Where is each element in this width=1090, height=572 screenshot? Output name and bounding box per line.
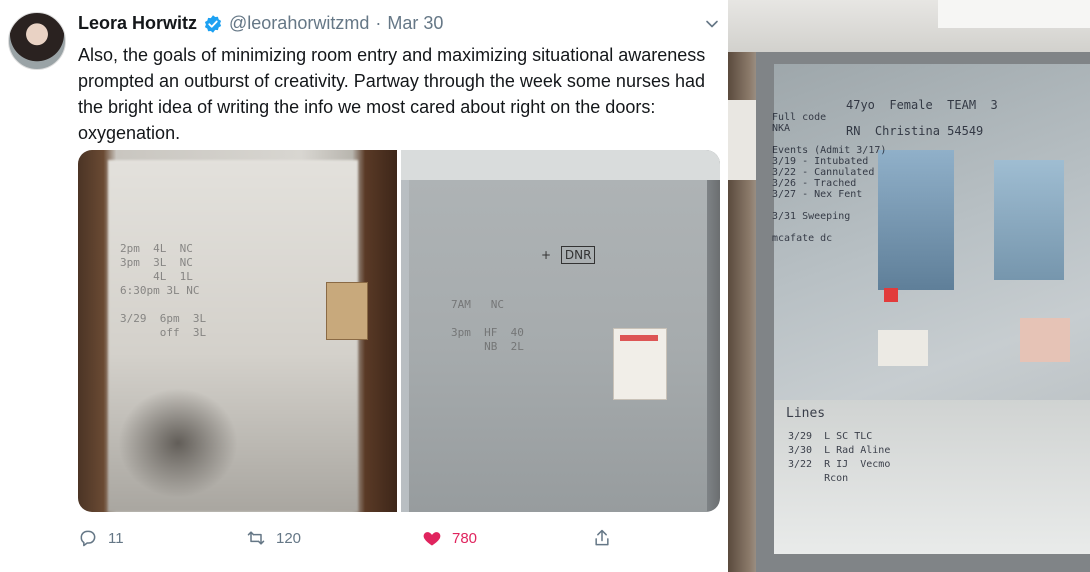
tweet-header: Leora Horwitz @leorahorwitzmd · Mar 30 xyxy=(78,13,443,34)
reply-button[interactable]: 11 xyxy=(78,528,124,548)
retweet-count: 120 xyxy=(276,529,302,547)
lines-title: Lines xyxy=(786,406,826,421)
reply-icon xyxy=(80,530,96,547)
like-count: 780 xyxy=(452,529,478,547)
patient-event-notes: Full code NKA Events (Admit 3/17) 3/19 -… xyxy=(772,112,887,244)
separator-dot: · xyxy=(375,13,382,33)
avatar[interactable] xyxy=(8,12,66,70)
retweet-button[interactable]: 120 xyxy=(246,528,301,548)
verified-badge-icon xyxy=(204,14,222,33)
door-frame xyxy=(401,150,720,180)
reply-count: 11 xyxy=(108,529,124,547)
lines-notes: 3/29 L SC TLC 3/30 L Rad Aline 3/22 R IJ… xyxy=(788,431,891,484)
photo-icu-door-notes[interactable]: 47yo Female TEAM 3 RN Christina 54549 Fu… xyxy=(728,0,1090,572)
door-handwriting: 7AM NC 3pm HF 40 NB 2L xyxy=(451,298,524,353)
heart-icon xyxy=(423,532,441,546)
like-button[interactable]: 780 xyxy=(422,528,477,548)
photo-dnr-door[interactable]: + DNR 7AM NC 3pm HF 40 NB 2L xyxy=(401,150,720,512)
dnr-note: + DNR xyxy=(541,246,596,264)
posted-note xyxy=(1020,318,1070,362)
chevron-down-icon[interactable] xyxy=(704,16,720,32)
author-name[interactable]: Leora Horwitz xyxy=(78,13,197,34)
ceiling-light xyxy=(938,0,1090,28)
author-handle[interactable]: @leorahorwitzmd xyxy=(229,13,369,34)
photo-blurred-door[interactable]: 2pm 4L NC 3pm 3L NC 4L 1L 6:30pm 3L NC 3… xyxy=(78,150,397,512)
door-reflection xyxy=(118,388,238,498)
door-sticker xyxy=(326,282,368,340)
share-icon xyxy=(595,529,609,546)
room-window xyxy=(994,160,1064,280)
share-button[interactable] xyxy=(592,528,612,548)
tweet-actions: 11 120 780 xyxy=(78,528,638,552)
posted-sign xyxy=(878,330,928,366)
red-sticker xyxy=(884,288,898,302)
posted-sign xyxy=(613,328,667,400)
retweet-icon xyxy=(247,531,265,545)
tweet-media[interactable]: 2pm 4L NC 3pm 3L NC 4L 1L 6:30pm 3L NC 3… xyxy=(78,150,720,512)
tweet-date[interactable]: Mar 30 xyxy=(387,13,443,34)
room-window xyxy=(878,150,954,290)
tweet-text: Also, the goals of minimizing room entry… xyxy=(78,45,706,143)
tweet-card: Leora Horwitz @leorahorwitzmd · Mar 30 A… xyxy=(0,0,728,572)
code-status-symbol: + xyxy=(541,248,552,262)
door-handwriting: 2pm 4L NC 3pm 3L NC 4L 1L 6:30pm 3L NC 3… xyxy=(120,242,207,339)
dnr-label: DNR xyxy=(560,246,596,264)
